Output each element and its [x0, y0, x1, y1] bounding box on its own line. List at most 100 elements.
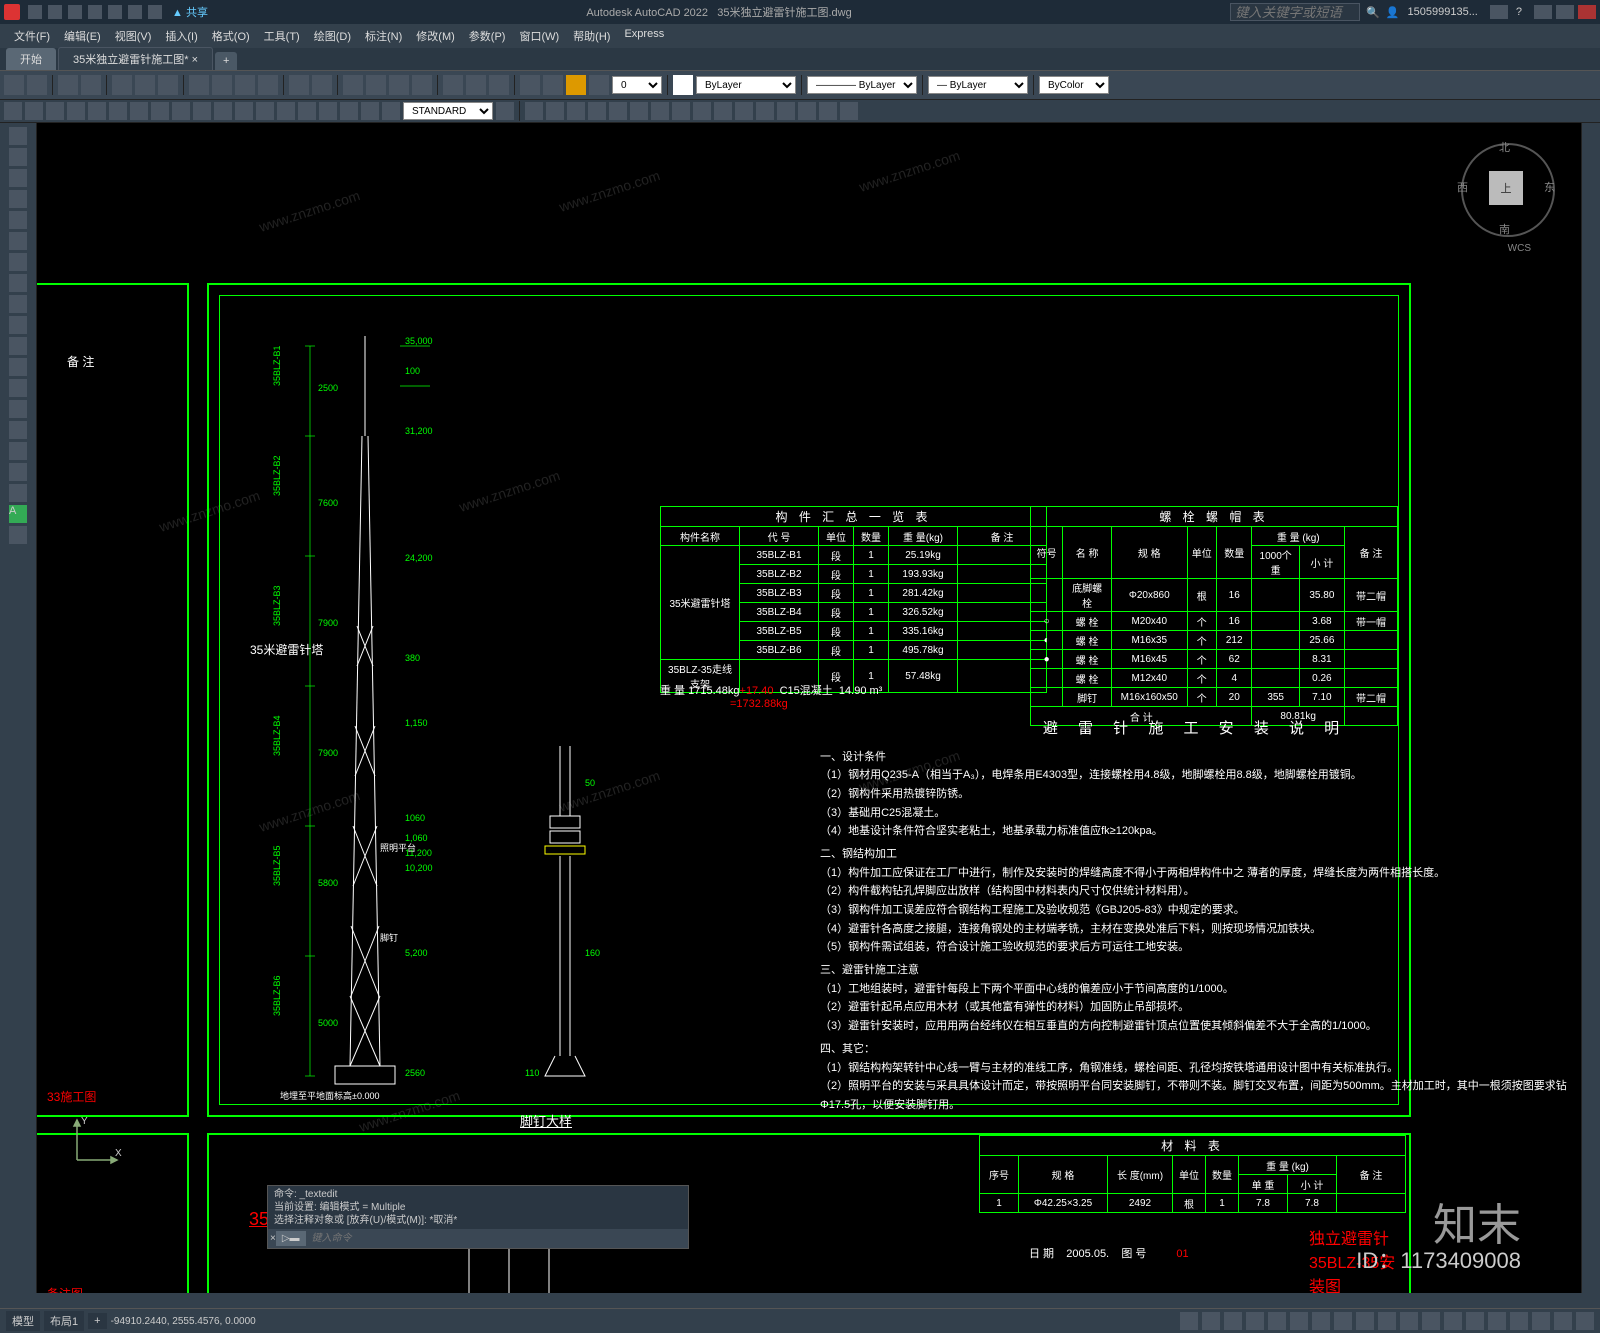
app-logo-icon[interactable] — [4, 4, 20, 20]
tool-save-icon[interactable] — [58, 75, 78, 95]
dim-space-icon[interactable] — [214, 102, 232, 120]
dim-continue-icon[interactable] — [193, 102, 211, 120]
user-icon[interactable]: 👤 — [1386, 6, 1400, 19]
right-panel-collapsed[interactable] — [1581, 123, 1600, 1293]
mod-fillet-icon[interactable] — [819, 102, 837, 120]
viewcube-north[interactable]: 北 — [1499, 139, 1510, 155]
menu-draw[interactable]: 绘图(D) — [308, 26, 357, 46]
tab-close-icon[interactable]: × — [192, 54, 198, 66]
draw-polygon-icon[interactable] — [9, 190, 27, 208]
mod-scale-icon[interactable] — [672, 102, 690, 120]
dim-diameter-icon[interactable] — [109, 102, 127, 120]
menu-insert[interactable]: 插入(I) — [159, 26, 203, 46]
help-search-input[interactable] — [1230, 3, 1360, 21]
status-snap-icon[interactable] — [1202, 1312, 1220, 1330]
plotstyle-dropdown[interactable]: ByColor — [1039, 76, 1109, 94]
mod-erase-icon[interactable] — [525, 102, 543, 120]
menu-edit[interactable]: 编辑(E) — [58, 26, 107, 46]
command-input[interactable] — [310, 1232, 686, 1245]
viewcube-top[interactable]: 上 — [1489, 171, 1523, 205]
draw-hatch-icon[interactable] — [9, 421, 27, 439]
dim-arc-icon[interactable] — [46, 102, 64, 120]
mod-offset-icon[interactable] — [588, 102, 606, 120]
tool-plot-icon[interactable] — [81, 75, 101, 95]
tool-sun-icon[interactable] — [566, 75, 586, 95]
draw-arc-icon[interactable] — [9, 232, 27, 250]
status-cycling-icon[interactable] — [1356, 1312, 1374, 1330]
draw-rectangle-icon[interactable] — [9, 211, 27, 229]
mod-move-icon[interactable] — [630, 102, 648, 120]
tool-pan-icon[interactable] — [289, 75, 309, 95]
qat-undo-icon[interactable] — [128, 5, 142, 19]
dim-baseline-icon[interactable] — [172, 102, 190, 120]
draw-insert-icon[interactable] — [9, 358, 27, 376]
tool-tool-icon[interactable] — [389, 75, 409, 95]
status-quickprop-icon[interactable] — [1466, 1312, 1484, 1330]
linetype-dropdown[interactable]: ———— ByLayer — [807, 76, 917, 94]
mod-rotate-icon[interactable] — [651, 102, 669, 120]
status-grid-icon[interactable] — [1180, 1312, 1198, 1330]
menu-file[interactable]: 文件(F) — [8, 26, 56, 46]
draw-point-icon[interactable] — [9, 400, 27, 418]
lineweight-dropdown[interactable]: — ByLayer — [928, 76, 1028, 94]
autodesk-app-icon[interactable] — [1490, 5, 1508, 19]
status-custom-icon[interactable] — [1576, 1312, 1594, 1330]
status-annoscale-icon[interactable] — [1378, 1312, 1396, 1330]
mod-array-icon[interactable] — [609, 102, 627, 120]
tool-sheet-icon[interactable] — [412, 75, 432, 95]
share-button[interactable]: ▲ 共享 — [172, 4, 208, 20]
tool-block-icon[interactable] — [212, 75, 232, 95]
draw-mtext-icon[interactable]: A — [9, 505, 27, 523]
draw-line-icon[interactable] — [9, 127, 27, 145]
tool-light-icon[interactable] — [543, 75, 563, 95]
dim-inspect-icon[interactable] — [298, 102, 316, 120]
command-line[interactable]: 命令: _textedit当前设置: 编辑模式 = Multiple选择注释对象… — [267, 1185, 689, 1249]
qat-save-icon[interactable] — [68, 5, 82, 19]
dim-style-icon[interactable] — [496, 102, 514, 120]
menu-tools[interactable]: 工具(T) — [258, 26, 306, 46]
draw-table-icon[interactable] — [9, 484, 27, 502]
tab-document[interactable]: 35米独立避雷针施工图* × — [58, 47, 213, 70]
status-polar-icon[interactable] — [1246, 1312, 1264, 1330]
draw-region-icon[interactable] — [9, 463, 27, 481]
menu-format[interactable]: 格式(O) — [206, 26, 256, 46]
maximize-button[interactable] — [1556, 5, 1574, 19]
user-label[interactable]: 1505999135... — [1408, 6, 1478, 18]
viewcube-east[interactable]: 东 — [1544, 179, 1555, 195]
draw-addsel-icon[interactable] — [9, 526, 27, 544]
dim-ordinate-icon[interactable] — [67, 102, 85, 120]
dim-linear-icon[interactable] — [4, 102, 22, 120]
dim-textedit-icon[interactable] — [361, 102, 379, 120]
status-transparency-icon[interactable] — [1334, 1312, 1352, 1330]
tool-material-icon[interactable] — [589, 75, 609, 95]
mod-explode-icon[interactable] — [840, 102, 858, 120]
draw-block-icon[interactable] — [9, 379, 27, 397]
dim-update-icon[interactable] — [382, 102, 400, 120]
mod-join-icon[interactable] — [777, 102, 795, 120]
viewcube-south[interactable]: 南 — [1499, 221, 1510, 237]
mod-stretch-icon[interactable] — [693, 102, 711, 120]
status-lwt-icon[interactable] — [1312, 1312, 1330, 1330]
status-hardware-icon[interactable] — [1532, 1312, 1550, 1330]
drawing-canvas[interactable]: www.znzmo.com www.znzmo.com www.znzmo.co… — [37, 123, 1581, 1293]
dim-angular-icon[interactable] — [130, 102, 148, 120]
dim-radius-icon[interactable] — [88, 102, 106, 120]
draw-polyline-icon[interactable] — [9, 169, 27, 187]
menu-dimension[interactable]: 标注(N) — [359, 26, 408, 46]
tool-paste-icon[interactable] — [158, 75, 178, 95]
qat-new-icon[interactable] — [28, 5, 42, 19]
status-isolate-icon[interactable] — [1510, 1312, 1528, 1330]
tool-prop-icon[interactable] — [343, 75, 363, 95]
draw-gradient-icon[interactable] — [9, 442, 27, 460]
menu-help[interactable]: 帮助(H) — [567, 26, 616, 46]
draw-xline-icon[interactable] — [9, 148, 27, 166]
tab-layout1[interactable]: 布局1 — [44, 1311, 84, 1331]
dim-center-icon[interactable] — [277, 102, 295, 120]
menu-view[interactable]: 视图(V) — [109, 26, 158, 46]
layer-state-dropdown[interactable]: 0 — [612, 76, 662, 94]
tool-measure-icon[interactable] — [443, 75, 463, 95]
qat-saveas-icon[interactable] — [88, 5, 102, 19]
view-cube[interactable]: 上 北 南 东 西 — [1461, 143, 1551, 233]
dim-tolerance-icon[interactable] — [256, 102, 274, 120]
close-button[interactable] — [1578, 5, 1596, 19]
